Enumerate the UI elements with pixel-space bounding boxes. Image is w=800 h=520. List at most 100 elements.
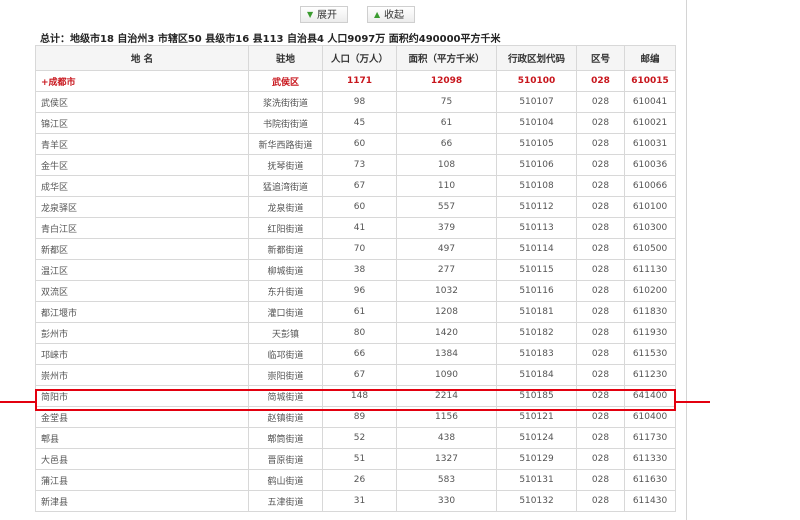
table-row[interactable]: 锦江区 书院街街道 45 61 510104 028 610021 <box>35 112 676 134</box>
cell-area-code: 028 <box>576 91 625 113</box>
cell-area-code: 028 <box>576 469 625 491</box>
collapse-button[interactable]: ▲ 收起 <box>367 6 415 23</box>
cell-code: 510108 <box>496 175 577 197</box>
cell-name: 彭州市 <box>35 322 249 344</box>
cell-population: 41 <box>322 217 397 239</box>
cell-postcode: 610400 <box>624 406 676 428</box>
table-row[interactable]: 成华区 猛追湾街道 67 110 510108 028 610066 <box>35 175 676 197</box>
table-row[interactable]: 新都区 新都街道 70 497 510114 028 610500 <box>35 238 676 260</box>
cell-seat: 灌口街道 <box>248 301 323 323</box>
table-row[interactable]: 彭州市 天彭镇 80 1420 510182 028 611930 <box>35 322 676 344</box>
cell-name: 龙泉驿区 <box>35 196 249 218</box>
cell-postcode: 610041 <box>624 91 676 113</box>
city-name[interactable]: +成都市 <box>35 70 249 92</box>
cell-area: 1090 <box>396 364 497 386</box>
cell-population: 51 <box>322 448 397 470</box>
page-divider-line <box>686 0 687 520</box>
cell-code: 510183 <box>496 343 577 365</box>
cell-population: 67 <box>322 175 397 197</box>
cell-postcode: 641400 <box>624 385 676 407</box>
cell-area-code: 028 <box>576 322 625 344</box>
cell-area-code: 028 <box>576 343 625 365</box>
cell-area: 110 <box>396 175 497 197</box>
table-row[interactable]: 新津县 五津街道 31 330 510132 028 611430 <box>35 490 676 512</box>
cell-seat: 赵镇街道 <box>248 406 323 428</box>
cell-name: 崇州市 <box>35 364 249 386</box>
cell-population: 45 <box>322 112 397 134</box>
city-seat: 武侯区 <box>248 70 323 92</box>
cell-seat: 郫筒街道 <box>248 427 323 449</box>
annotation-line-right <box>676 401 710 403</box>
table-row[interactable]: 龙泉驿区 龙泉街道 60 557 510112 028 610100 <box>35 196 676 218</box>
cell-name: 武侯区 <box>35 91 249 113</box>
cell-population: 60 <box>322 133 397 155</box>
cell-area: 1384 <box>396 343 497 365</box>
cell-postcode: 611330 <box>624 448 676 470</box>
expand-button[interactable]: ▼ 展开 <box>300 6 348 23</box>
cell-area: 1327 <box>396 448 497 470</box>
table-row[interactable]: 崇州市 崇阳街道 67 1090 510184 028 611230 <box>35 364 676 386</box>
cell-name: 新津县 <box>35 490 249 512</box>
summary-text: 总计：地级市18 自治州3 市辖区50 县级市16 县113 自治县4 人口90… <box>40 34 501 45</box>
cell-area-code: 028 <box>576 259 625 281</box>
cell-population: 96 <box>322 280 397 302</box>
cell-postcode: 610021 <box>624 112 676 134</box>
cell-seat: 书院街街道 <box>248 112 323 134</box>
cell-area: 61 <box>396 112 497 134</box>
cell-code: 510106 <box>496 154 577 176</box>
table-row[interactable]: 简阳市 简城街道 148 2214 510185 028 641400 <box>35 385 676 407</box>
city-row[interactable]: +成都市 武侯区 1171 12098 510100 028 610015 <box>35 70 676 92</box>
cell-population: 31 <box>322 490 397 512</box>
city-postcode: 610015 <box>624 70 676 92</box>
cell-area-code: 028 <box>576 133 625 155</box>
cell-code: 510104 <box>496 112 577 134</box>
city-code: 510100 <box>496 70 577 92</box>
table-row[interactable]: 双流区 东升街道 96 1032 510116 028 610200 <box>35 280 676 302</box>
table-row[interactable]: 大邑县 晋原街道 51 1327 510129 028 611330 <box>35 448 676 470</box>
cell-area: 2214 <box>396 385 497 407</box>
annotation-line-left <box>0 401 35 403</box>
cell-seat: 东升街道 <box>248 280 323 302</box>
cell-name: 郫县 <box>35 427 249 449</box>
cell-name: 都江堰市 <box>35 301 249 323</box>
table-header-row: 地 名 驻地 人口（万人） 面积（平方千米） 行政区划代码 区号 邮编 <box>35 45 676 71</box>
cell-name: 温江区 <box>35 259 249 281</box>
cell-name: 新都区 <box>35 238 249 260</box>
cell-area-code: 028 <box>576 448 625 470</box>
cell-code: 510181 <box>496 301 577 323</box>
cell-postcode: 610036 <box>624 154 676 176</box>
cell-code: 510114 <box>496 238 577 260</box>
table-row[interactable]: 金堂县 赵镇街道 89 1156 510121 028 610400 <box>35 406 676 428</box>
table-row[interactable]: 武侯区 浆洗街街道 98 75 510107 028 610041 <box>35 91 676 113</box>
cell-area-code: 028 <box>576 301 625 323</box>
cell-area: 438 <box>396 427 497 449</box>
table-row[interactable]: 青白江区 红阳街道 41 379 510113 028 610300 <box>35 217 676 239</box>
cell-seat: 鹤山街道 <box>248 469 323 491</box>
table-row[interactable]: 青羊区 新华西路街道 60 66 510105 028 610031 <box>35 133 676 155</box>
header-code: 行政区划代码 <box>496 45 577 71</box>
cell-postcode: 610300 <box>624 217 676 239</box>
cell-population: 80 <box>322 322 397 344</box>
table-row[interactable]: 温江区 柳城街道 38 277 510115 028 611130 <box>35 259 676 281</box>
table-row[interactable]: 金牛区 抚琴街道 73 108 510106 028 610036 <box>35 154 676 176</box>
cell-area-code: 028 <box>576 490 625 512</box>
region-table: 地 名 驻地 人口（万人） 面积（平方千米） 行政区划代码 区号 邮编 +成都市… <box>35 45 676 512</box>
table-row[interactable]: 蒲江县 鹤山街道 26 583 510131 028 611630 <box>35 469 676 491</box>
cell-code: 510112 <box>496 196 577 218</box>
table-row[interactable]: 郫县 郫筒街道 52 438 510124 028 611730 <box>35 427 676 449</box>
cell-area-code: 028 <box>576 175 625 197</box>
header-seat: 驻地 <box>248 45 323 71</box>
cell-area: 583 <box>396 469 497 491</box>
cell-postcode: 611430 <box>624 490 676 512</box>
expand-label: 展开 <box>317 10 337 21</box>
cell-name: 锦江区 <box>35 112 249 134</box>
cell-area: 1156 <box>396 406 497 428</box>
cell-postcode: 611230 <box>624 364 676 386</box>
table-row[interactable]: 都江堰市 灌口街道 61 1208 510181 028 611830 <box>35 301 676 323</box>
cell-postcode: 610100 <box>624 196 676 218</box>
cell-population: 61 <box>322 301 397 323</box>
cell-code: 510132 <box>496 490 577 512</box>
cell-name: 金牛区 <box>35 154 249 176</box>
cell-name: 金堂县 <box>35 406 249 428</box>
table-row[interactable]: 邛崃市 临邛街道 66 1384 510183 028 611530 <box>35 343 676 365</box>
